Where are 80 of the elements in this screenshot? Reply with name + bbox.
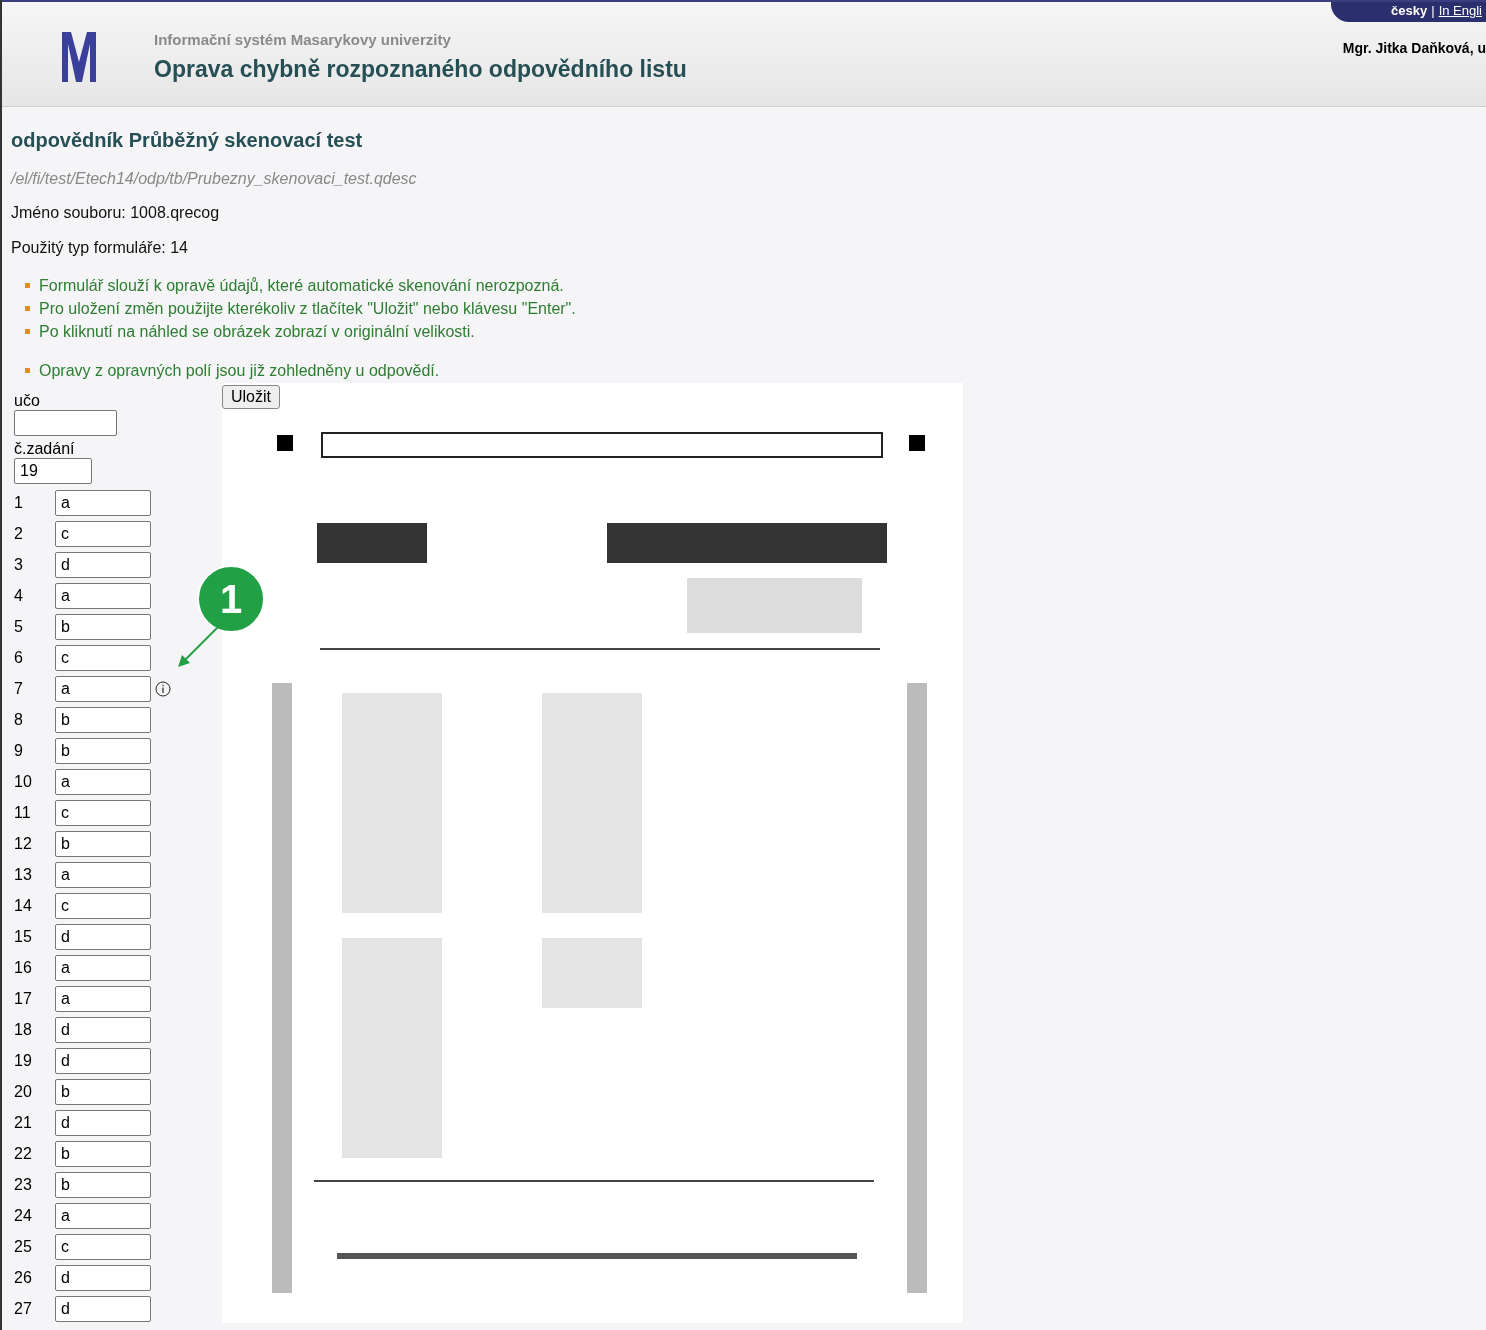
question-number: 24 bbox=[14, 1206, 33, 1225]
answer-field[interactable]: d bbox=[55, 1109, 151, 1136]
question-number: 1 bbox=[14, 493, 24, 512]
answer-field[interactable]: b bbox=[55, 737, 151, 764]
answer-field[interactable]: c bbox=[55, 644, 151, 671]
answer-field[interactable]: a bbox=[55, 1202, 151, 1229]
separator: | bbox=[1431, 3, 1435, 18]
answer-field[interactable]: c bbox=[55, 799, 151, 826]
bullet-icon bbox=[25, 306, 30, 311]
uco-field[interactable] bbox=[14, 410, 117, 436]
answer-field[interactable]: b bbox=[55, 1078, 151, 1105]
question-number: 2 bbox=[14, 524, 24, 543]
system-name: Informační systém Masarykovy univerzity bbox=[154, 31, 452, 48]
answer-field[interactable]: c bbox=[55, 1233, 151, 1260]
note-item: Po kliknutí na náhled se obrázek zobrazí v originální velikosti. bbox=[39, 320, 1486, 343]
question-number: 4 bbox=[14, 586, 24, 605]
question-number: 7 bbox=[14, 679, 24, 698]
answer-field[interactable]: d bbox=[55, 1047, 151, 1074]
callout-badge: 1 bbox=[197, 565, 265, 633]
question-number: 19 bbox=[14, 1051, 33, 1070]
answer-field[interactable]: d bbox=[55, 1295, 151, 1322]
question-number: 15 bbox=[14, 927, 33, 946]
language-link[interactable]: česky bbox=[1391, 3, 1428, 18]
question-number: 23 bbox=[14, 1175, 33, 1194]
question-number: 20 bbox=[14, 1082, 33, 1101]
answer-field[interactable]: d bbox=[55, 1016, 151, 1043]
logo-icon bbox=[62, 32, 96, 82]
question-number: 9 bbox=[14, 741, 24, 760]
file-path: /el/fi/test/Etech14/odp/tb/Prubezny_skenovaci_test.qdesc bbox=[11, 170, 418, 188]
answer-field[interactable]: a bbox=[55, 768, 151, 795]
bullet-icon bbox=[25, 368, 30, 373]
answer-field[interactable]: b bbox=[55, 1140, 151, 1167]
question-number: 5 bbox=[14, 617, 24, 636]
note-item: Formulář slouží k opravě údajů, které automatické skenování nerozpozná. bbox=[39, 274, 1486, 297]
answer-field[interactable]: d bbox=[55, 1264, 151, 1291]
answer-field[interactable]: b bbox=[55, 706, 151, 733]
answer-field[interactable]: b bbox=[55, 830, 151, 857]
note-item: Pro uložení změn použijte kterékoliv z tlačítek "Uložit" nebo klávesu "Enter". bbox=[39, 297, 1486, 320]
answer-field[interactable]: c bbox=[55, 892, 151, 919]
user-name: Mgr. Jitka Daňková, u bbox=[1342, 40, 1486, 56]
bullet-icon bbox=[25, 283, 30, 288]
question-number: 8 bbox=[14, 710, 24, 729]
info-icon[interactable] bbox=[155, 680, 171, 697]
field-label: učo bbox=[14, 392, 41, 410]
question-number: 18 bbox=[14, 1020, 33, 1039]
question-number: 12 bbox=[14, 834, 33, 853]
question-number: 21 bbox=[14, 1113, 33, 1132]
answer-field[interactable]: a bbox=[55, 861, 151, 888]
answer-field[interactable]: a bbox=[55, 489, 151, 516]
question-number: 17 bbox=[14, 989, 33, 1008]
question-number: 6 bbox=[14, 648, 24, 667]
save-button[interactable]: Uložit bbox=[222, 385, 280, 409]
question-number: 10 bbox=[14, 772, 33, 791]
question-number: 27 bbox=[14, 1299, 33, 1318]
answer-field[interactable]: d bbox=[55, 923, 151, 950]
file-name: Jméno souboru: 1008.qrecog bbox=[11, 204, 221, 222]
answer-field[interactable]: a bbox=[55, 954, 151, 981]
question-number: 22 bbox=[14, 1144, 33, 1163]
bullet-icon bbox=[25, 329, 30, 334]
language-link[interactable]: In Engli bbox=[1438, 3, 1482, 18]
answer-field[interactable]: b bbox=[55, 613, 151, 640]
form-type: Použitý typ formuláře: 14 bbox=[11, 239, 189, 257]
answer-field[interactable]: c bbox=[55, 520, 151, 547]
question-number: 14 bbox=[14, 896, 33, 915]
section-heading: odpovědník Průběžný skenovací test bbox=[11, 129, 364, 152]
answer-field[interactable]: a bbox=[55, 675, 151, 702]
question-number: 16 bbox=[14, 958, 33, 977]
assignment-field[interactable]: 19 bbox=[14, 458, 92, 484]
page-title: Oprava chybně rozpoznaného odpovědního listu bbox=[154, 56, 687, 83]
answer-field[interactable]: a bbox=[55, 582, 151, 609]
question-number: 3 bbox=[14, 555, 24, 574]
note-item: Opravy z opravných polí jsou již zohledněny u odpovědí. bbox=[39, 359, 1486, 382]
question-number: 25 bbox=[14, 1237, 33, 1256]
question-number: 11 bbox=[14, 803, 32, 822]
answer-field[interactable]: b bbox=[55, 1171, 151, 1198]
question-number: 13 bbox=[14, 865, 33, 884]
answer-field[interactable]: d bbox=[55, 551, 151, 578]
answer-field[interactable]: a bbox=[55, 985, 151, 1012]
field-label: č.zadání bbox=[14, 440, 76, 458]
question-number: 26 bbox=[14, 1268, 33, 1287]
